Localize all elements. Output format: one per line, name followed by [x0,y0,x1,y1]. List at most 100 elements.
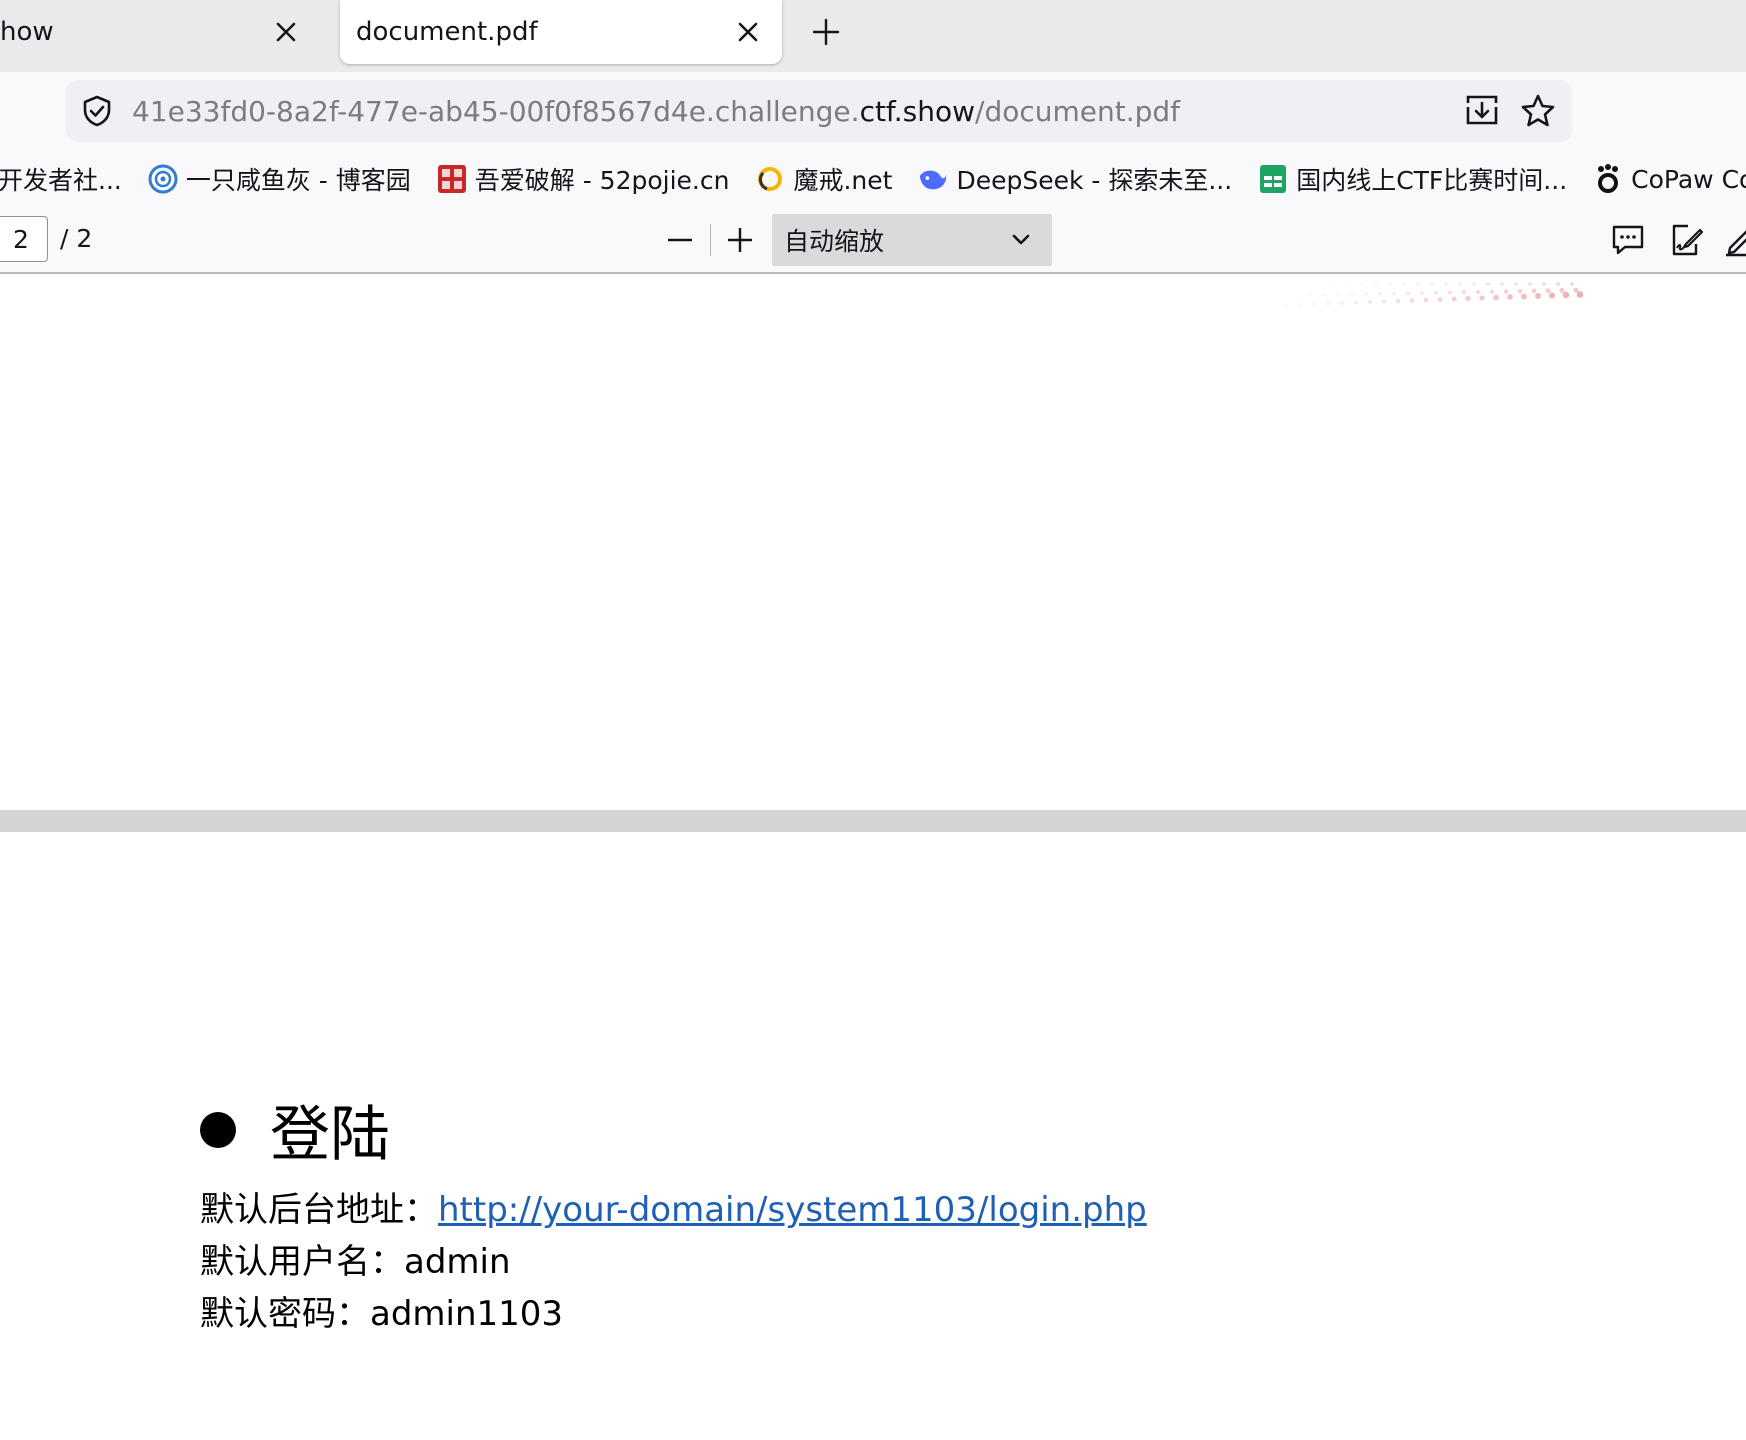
decorative-dot [1465,295,1471,302]
decorative-dot [1517,288,1523,294]
decorative-dot [1514,282,1518,286]
pdf-viewer[interactable]: 登陆 默认后台地址：http://your-domain/system1103/… [0,274,1746,1440]
toolbar-divider [710,224,711,256]
decorative-dot [1322,293,1326,297]
bookmark-item[interactable]: DeepSeek - 探索未至... [918,161,1232,197]
bookmark-item[interactable]: 吾爱破解 - 52pojie.cn [437,161,729,197]
decorative-dot [1326,301,1330,306]
decorative-dot [1472,282,1476,286]
decorative-dot [1291,283,1293,285]
bookmark-star-button[interactable] [1516,89,1560,133]
decorative-dot [1489,289,1495,294]
admin-url-line: 默认后台地址：http://your-domain/system1103/log… [200,1182,1147,1231]
page-total: / 2 [60,224,93,253]
zoom-out-button[interactable] [660,218,700,262]
decorative-dot [1364,292,1368,296]
decorative-dot [1271,304,1274,307]
decorative-dot [1458,282,1462,286]
plus-icon [728,228,752,252]
tab-inactive[interactable]: how [0,0,320,64]
comment-icon [1612,225,1644,255]
bookmark-item[interactable]: 国内线上CTF比赛时间... [1258,161,1567,197]
decorative-dot [1312,302,1316,306]
bookmarks-toolbar: 开发者社... 一只咸鱼灰 - 博客园 吾爱破解 - 52pojie.cn 魔戒… [0,148,1746,210]
decorative-dot [1280,294,1284,297]
page-number-input[interactable]: 2 [0,216,48,262]
save-to-disk-button[interactable] [1460,89,1504,133]
decorative-dot [1521,293,1527,300]
bookmark-label: 国内线上CTF比赛时间... [1296,166,1568,195]
admin-url-label: 默认后台地址： [200,1190,438,1230]
decorative-dot [1462,290,1466,295]
decorative-dot [1350,292,1354,296]
decorative-dot [1576,291,1584,298]
pdf-toolbar: 2 / 2 自动缩放 [0,210,1746,274]
decorative-dot [1430,282,1434,286]
decorative-dot [1416,282,1420,286]
decorative-dot [1562,291,1570,299]
decorative-dot [1381,299,1387,304]
decorative-dot [1263,283,1265,285]
decorative-dot [1374,282,1378,286]
cnblogs-icon [148,164,178,194]
decorative-dot [1284,303,1288,307]
decorative-dot [1475,289,1481,295]
url-text[interactable]: 41e33fd0-8a2f-477e-ab45-00f0f8567d4e.cha… [132,95,1460,128]
minus-icon [668,238,692,242]
bookmark-item[interactable]: 一只咸鱼灰 - 博客园 [148,161,411,197]
heading-text: 登陆 [270,1100,390,1170]
sheet-icon [1258,164,1288,194]
pdf-page-1 [0,274,1746,810]
decorative-dot [1395,298,1401,304]
deepseek-icon [918,164,948,194]
decorative-dot [1354,300,1358,305]
decorative-dot [1346,282,1350,286]
close-icon[interactable] [266,12,306,52]
decorative-dot [1451,296,1457,302]
bookmark-item[interactable]: 魔戒.net [755,161,892,197]
decorative-dot [1479,295,1485,301]
decorative-dot [1340,301,1344,305]
draw-button[interactable] [1720,220,1746,260]
bookmark-item[interactable]: CoPaw Console [1593,164,1746,194]
download-icon [1466,95,1498,125]
close-icon[interactable] [728,12,768,52]
comment-button[interactable] [1608,220,1648,260]
decorative-dot [1493,294,1499,301]
decorative-dot [1448,290,1452,295]
decorative-dot [1531,288,1537,294]
bookmark-label: 一只咸鱼灰 - 博客园 [185,166,411,195]
bookmark-item[interactable]: 开发者社... [0,161,122,197]
shield-icon[interactable] [80,94,114,128]
url-path: /document.pdf [975,94,1181,128]
zoom-select[interactable]: 自动缩放 [772,214,1052,266]
username-line: 默认用户名：admin [200,1242,511,1282]
bookmark-label: DeepSeek - 探索未至... [956,166,1233,195]
signature-icon [1672,224,1704,256]
bookmark-label: 开发者社... [0,166,122,195]
password-line: 默认密码：admin1103 [200,1294,564,1334]
decorative-dot [1500,282,1504,286]
decorative-dot [1368,300,1372,304]
new-tab-button[interactable] [804,10,848,54]
tab-title: how [0,17,54,47]
url-bar[interactable]: 41e33fd0-8a2f-477e-ab45-00f0f8567d4e.cha… [66,80,1572,142]
decorative-dot [1392,291,1396,296]
decorative-dot [1503,289,1509,294]
decorative-dot [1548,292,1556,299]
decorative-dot [1534,292,1542,300]
zoom-in-button[interactable] [720,218,760,262]
decorative-dot [1409,298,1415,303]
login-link[interactable]: http://your-domain/system1103/login.php [438,1190,1147,1230]
url-prefix: 41e33fd0-8a2f-477e-ab45-00f0f8567d4e.cha… [132,94,860,128]
chevron-down-icon [1012,234,1030,245]
decorative-dot [1569,281,1575,287]
nav-bar: 41e33fd0-8a2f-477e-ab45-00f0f8567d4e.cha… [0,72,1746,148]
signature-button[interactable] [1666,220,1706,260]
decorative-dot [1507,294,1513,300]
decorative-dot [1542,282,1546,286]
decorative-dot [1336,293,1340,296]
tab-active[interactable]: document.pdf [340,0,782,64]
plus-icon [812,18,840,46]
decorative-dot [1437,297,1443,302]
